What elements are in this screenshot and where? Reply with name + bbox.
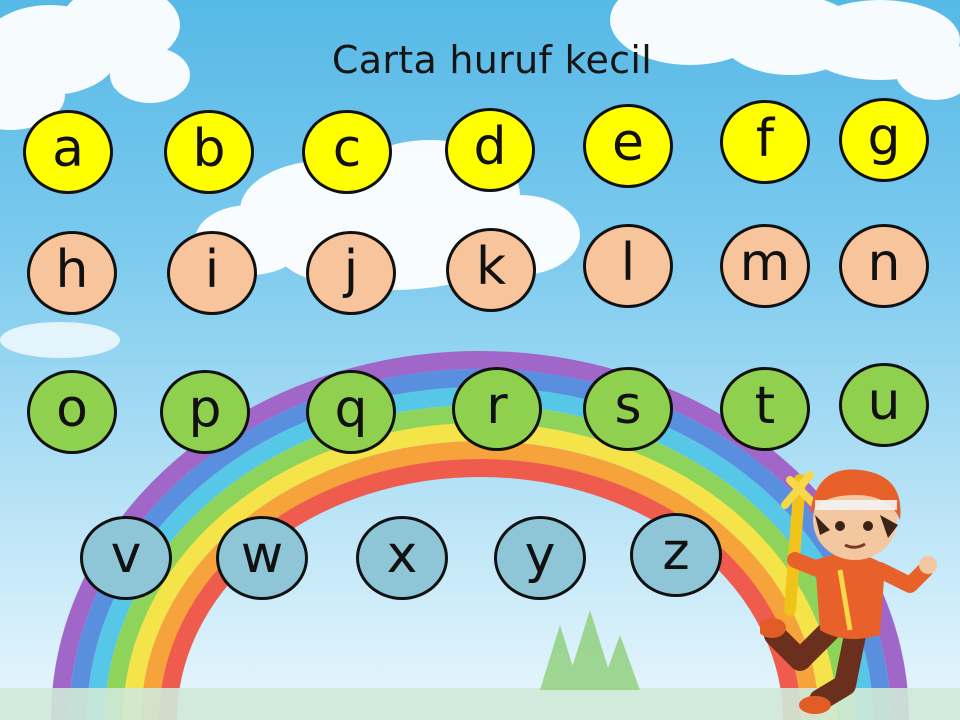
letter-j-button[interactable]: j: [306, 231, 396, 315]
letter-label: n: [867, 233, 901, 293]
letter-label: d: [473, 117, 507, 177]
cartoon-boy: [760, 469, 937, 714]
letter-label: x: [386, 525, 418, 585]
letter-y-button[interactable]: y: [494, 516, 586, 600]
letter-f-button[interactable]: f: [720, 100, 810, 184]
page-title: Carta huruf kecil: [331, 38, 653, 82]
letter-t-button[interactable]: t: [720, 367, 810, 451]
letter-label: t: [754, 376, 776, 436]
letter-n-button[interactable]: n: [839, 224, 929, 308]
letter-v-button[interactable]: v: [80, 516, 172, 600]
letter-a-button[interactable]: a: [23, 110, 113, 194]
letter-w-button[interactable]: w: [216, 516, 308, 600]
letter-label: b: [192, 119, 226, 179]
letter-label: f: [755, 109, 775, 169]
letter-label: q: [334, 379, 368, 439]
letter-k-button[interactable]: k: [446, 228, 536, 312]
letter-label: h: [55, 240, 89, 300]
letter-o-button[interactable]: o: [27, 370, 117, 454]
letter-c-button[interactable]: c: [302, 110, 392, 194]
letter-label: o: [56, 379, 88, 439]
letter-r-button[interactable]: r: [452, 367, 542, 451]
letter-label: p: [188, 379, 222, 439]
letter-label: g: [867, 107, 901, 167]
letter-label: i: [204, 240, 220, 300]
letter-label: v: [110, 525, 142, 585]
letter-label: r: [486, 376, 508, 436]
letter-l-button[interactable]: l: [583, 224, 673, 308]
letter-label: w: [240, 525, 284, 585]
letter-i-button[interactable]: i: [167, 231, 257, 315]
letter-label: e: [612, 113, 644, 173]
letter-label: c: [332, 119, 362, 179]
letter-label: k: [475, 237, 507, 297]
letter-b-button[interactable]: b: [164, 110, 254, 194]
letter-s-button[interactable]: s: [583, 367, 673, 451]
letter-label: y: [524, 525, 556, 585]
letter-label: l: [620, 233, 636, 293]
letter-z-button[interactable]: z: [630, 513, 722, 597]
trees: [540, 610, 640, 690]
letter-e-button[interactable]: e: [583, 104, 673, 188]
alphabet-chart-slide: Carta huruf kecil a b c d e f g h i j k l m n o p q r s t u v…: [0, 0, 960, 720]
letter-label: u: [867, 372, 901, 432]
letter-label: s: [614, 376, 642, 436]
letter-label: j: [343, 240, 359, 300]
letter-h-button[interactable]: h: [27, 231, 117, 315]
letter-label: a: [52, 119, 84, 179]
letter-u-button[interactable]: u: [839, 363, 929, 447]
letter-q-button[interactable]: q: [306, 370, 396, 454]
letter-label: z: [662, 522, 690, 582]
letter-m-button[interactable]: m: [720, 224, 810, 308]
letter-label: m: [739, 233, 791, 293]
letter-d-button[interactable]: d: [445, 108, 535, 192]
letter-x-button[interactable]: x: [356, 516, 448, 600]
letter-g-button[interactable]: g: [839, 98, 929, 182]
letter-p-button[interactable]: p: [160, 370, 250, 454]
